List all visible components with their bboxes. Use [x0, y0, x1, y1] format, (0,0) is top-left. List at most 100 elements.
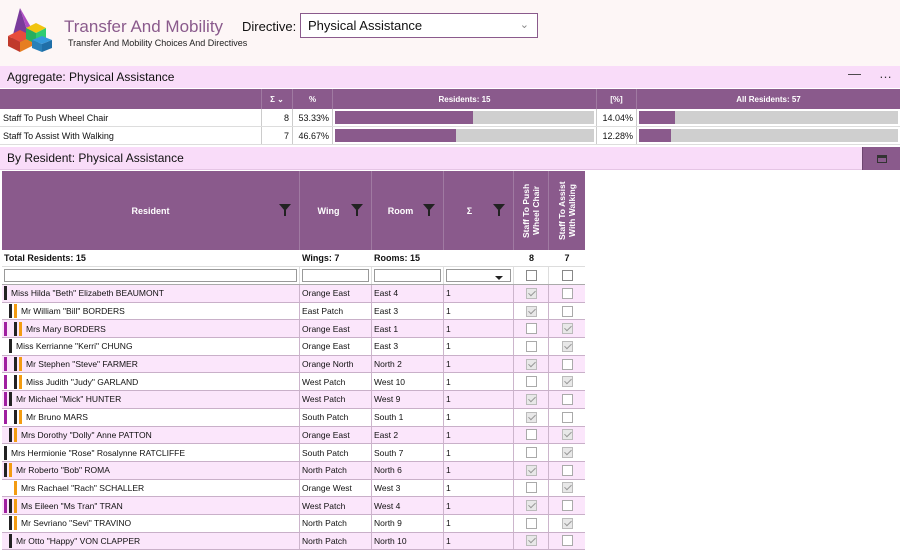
resident-cell[interactable]: Mr William "Bill" BORDERS: [2, 302, 300, 320]
resident-cell[interactable]: Mr Roberto "Bob" ROMA: [2, 461, 300, 479]
directive-value: Physical Assistance: [308, 18, 423, 33]
walk-filter-checkbox[interactable]: [561, 270, 573, 281]
status-marker-icon: [9, 339, 12, 354]
push-wheel-chair-checkbox[interactable]: [525, 393, 537, 405]
push-wheel-chair-checkbox[interactable]: [525, 376, 537, 388]
resident-cell[interactable]: Mrs Dorothy "Dolly" Anne PATTON: [2, 426, 300, 444]
push-wheel-chair-checkbox[interactable]: [525, 464, 537, 476]
table-row[interactable]: Miss Kerrianne "Kerri" CHUNG Orange East E…: [2, 338, 585, 356]
filter-icon[interactable]: [423, 204, 435, 216]
table-row[interactable]: Mr Roberto "Bob" ROMA North Patch North 61: [2, 461, 585, 480]
room-column-header[interactable]: Room: [372, 171, 444, 250]
aggregate-row-pct: 53.33%: [293, 109, 333, 126]
resident-cell[interactable]: Mrs Rachael "Rach" SCHALLER: [2, 479, 300, 497]
assist-walking-checkbox[interactable]: [561, 429, 573, 441]
assist-walking-checkbox[interactable]: [561, 393, 573, 405]
aggregate-residents-header[interactable]: Residents: 15: [333, 89, 597, 109]
sum-column-header[interactable]: Σ: [444, 171, 514, 250]
push-wheel-chair-checkbox[interactable]: [525, 482, 537, 494]
table-row[interactable]: Mrs Dorothy "Dolly" Anne PATTON Orange Ea…: [2, 426, 585, 445]
push-wheel-chair-checkbox[interactable]: [525, 411, 537, 423]
aggregate-sum-header[interactable]: Σ ⌄: [262, 89, 293, 109]
resident-cell[interactable]: Miss Kerrianne "Kerri" CHUNG: [2, 338, 300, 355]
marker-spacer: [9, 322, 12, 336]
wing-filter-input[interactable]: [302, 269, 369, 282]
aggregate-row[interactable]: Staff To Push Wheel Chair 8 53.33% 14.04%: [0, 109, 900, 127]
resident-cell[interactable]: Mr Stephen "Steve" FARMER: [2, 355, 300, 373]
push-wheel-chair-checkbox[interactable]: [525, 358, 537, 370]
aggregate-all-pct-header[interactable]: [%]: [597, 89, 637, 109]
resident-cell[interactable]: Ms Eileen "Ms Tran" TRAN: [2, 497, 300, 514]
table-row[interactable]: Mr Bruno MARS South Patch South 11: [2, 408, 585, 427]
assist-walking-checkbox[interactable]: [561, 482, 573, 494]
walk-cell: [549, 462, 585, 479]
table-row[interactable]: Mrs Mary BORDERS Orange East East 11: [2, 320, 585, 339]
assist-walking-checkbox[interactable]: [561, 447, 573, 459]
resident-cell[interactable]: Mr Michael "Mick" HUNTER: [2, 391, 300, 408]
walk-cell: [549, 409, 585, 426]
resident-cell[interactable]: Mrs Mary BORDERS: [2, 320, 300, 338]
room-filter-input[interactable]: [374, 269, 441, 282]
assist-walking-checkbox[interactable]: [561, 305, 573, 317]
table-view-button[interactable]: [862, 147, 900, 170]
push-wheel-chair-checkbox[interactable]: [525, 500, 537, 512]
table-row[interactable]: Mr Sevriano "Sevi" TRAVINO North Patch Nor…: [2, 514, 585, 533]
status-marker-icon: [4, 463, 7, 478]
push-cell: [514, 497, 549, 514]
sum-cell: 1: [444, 391, 514, 408]
table-row[interactable]: Miss Hilda "Beth" Elizabeth BEAUMONT Oran…: [2, 285, 585, 303]
resident-cell[interactable]: Mr Sevriano "Sevi" TRAVINO: [2, 514, 300, 532]
resident-cell[interactable]: Miss Judith "Judy" GARLAND: [2, 373, 300, 391]
wing-cell: East Patch: [300, 302, 372, 320]
aggregate-pct-header[interactable]: %: [293, 89, 333, 109]
table-row[interactable]: Mr Stephen "Steve" FARMER Orange North Nor…: [2, 355, 585, 374]
push-wheel-chair-checkbox[interactable]: [525, 535, 537, 547]
push-wheel-chair-checkbox[interactable]: [525, 305, 537, 317]
filter-icon[interactable]: [279, 204, 291, 216]
minimize-button[interactable]: —: [848, 66, 861, 81]
assist-walking-checkbox[interactable]: [561, 287, 573, 299]
assist-walking-checkbox[interactable]: [561, 535, 573, 547]
assist-walking-column-header[interactable]: Staff To Assist With Walking: [549, 171, 585, 250]
resident-filter-input[interactable]: [4, 269, 297, 282]
wing-column-header[interactable]: Wing: [300, 171, 372, 250]
push-filter-checkbox[interactable]: [525, 270, 537, 281]
assist-walking-checkbox[interactable]: [561, 517, 573, 529]
table-row[interactable]: Mrs Rachael "Rach" SCHALLER Orange West We…: [2, 479, 585, 498]
push-wheel-chair-checkbox[interactable]: [525, 517, 537, 529]
push-wheel-chair-checkbox[interactable]: [525, 429, 537, 441]
push-wheel-chair-checkbox[interactable]: [525, 447, 537, 459]
assist-walking-checkbox[interactable]: [561, 500, 573, 512]
resident-cell[interactable]: Mr Otto "Happy" VON CLAPPER: [2, 532, 300, 550]
wing-cell: Orange East: [300, 320, 372, 338]
table-row[interactable]: Mr Otto "Happy" VON CLAPPER North Patch No…: [2, 532, 585, 551]
filter-icon[interactable]: [351, 204, 363, 216]
resident-column-header[interactable]: Resident: [2, 171, 300, 250]
push-wheel-chair-checkbox[interactable]: [525, 287, 537, 299]
assist-walking-checkbox[interactable]: [561, 464, 573, 476]
assist-walking-checkbox[interactable]: [561, 358, 573, 370]
table-row[interactable]: Mr William "Bill" BORDERS East Patch East …: [2, 302, 585, 321]
push-wheel-chair-checkbox[interactable]: [525, 340, 537, 352]
assist-walking-checkbox[interactable]: [561, 340, 573, 352]
assist-walking-checkbox[interactable]: [561, 323, 573, 335]
bar-track: [639, 129, 898, 142]
assist-walking-checkbox[interactable]: [561, 411, 573, 423]
resident-cell[interactable]: Miss Hilda "Beth" Elizabeth BEAUMONT: [2, 285, 300, 302]
push-wheel-chair-checkbox[interactable]: [525, 323, 537, 335]
assist-walking-checkbox[interactable]: [561, 376, 573, 388]
status-marker-icon: [4, 357, 7, 372]
resident-cell[interactable]: Mr Bruno MARS: [2, 408, 300, 426]
push-wheel-chair-column-header[interactable]: Staff To Push Wheel Chair: [514, 171, 549, 250]
bar-track: [639, 111, 898, 124]
directive-select[interactable]: Physical Assistance ⌄: [300, 13, 538, 38]
filter-icon[interactable]: [493, 204, 505, 216]
more-options-button[interactable]: …: [879, 66, 892, 81]
table-row[interactable]: Miss Judith "Judy" GARLAND West Patch West…: [2, 373, 585, 392]
table-row[interactable]: Mr Michael "Mick" HUNTER West Patch West 9…: [2, 391, 585, 409]
aggregate-all-residents-header[interactable]: All Residents: 57: [637, 89, 900, 109]
table-row[interactable]: Mrs Hermionie "Rose" Rosalynne RATCLIFFE…: [2, 444, 585, 462]
resident-cell[interactable]: Mrs Hermionie "Rose" Rosalynne RATCLIFFE: [2, 444, 300, 461]
table-row[interactable]: Ms Eileen "Ms Tran" TRAN West Patch West 4…: [2, 497, 585, 515]
aggregate-row[interactable]: Staff To Assist With Walking 7 46.67% 12.28…: [0, 127, 900, 145]
